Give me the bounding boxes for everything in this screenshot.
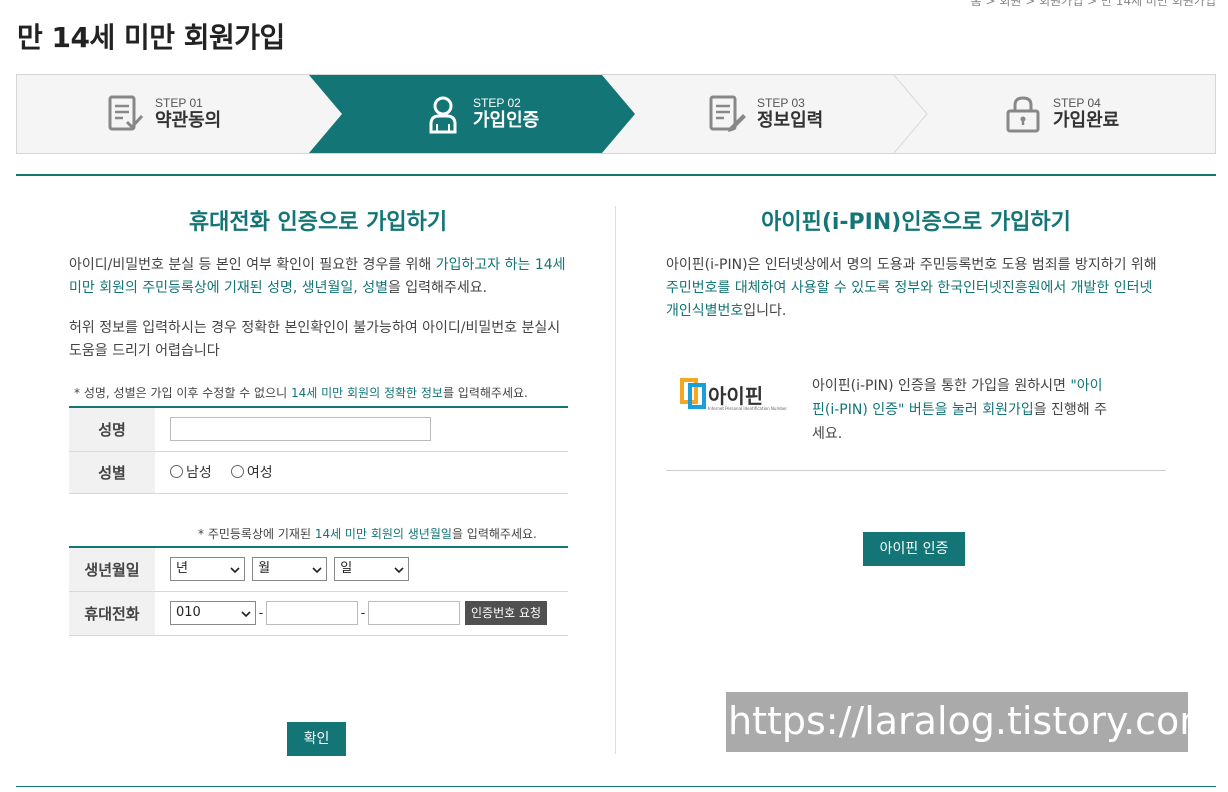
ipin-separator — [666, 470, 1166, 471]
user-icon — [423, 94, 463, 134]
gender-label: 성별 — [69, 451, 155, 494]
name-gender-table: 성명 성별 남성 여성 — [69, 406, 568, 494]
step-2-number: STEP 02 — [473, 95, 521, 110]
chevron-down-icon — [394, 567, 404, 574]
ipin-logo-subtext: Internet Personal Identification Number — [708, 406, 787, 411]
page-title: 만 14세 미만 회원가입 — [17, 21, 285, 54]
bottom-rule — [16, 786, 1216, 787]
gender-female-radio[interactable]: 여성 — [230, 462, 273, 482]
chevron-down-icon — [312, 567, 322, 574]
phone-prefix-value: 010 — [176, 605, 201, 620]
ipin-auth-button[interactable]: 아이핀 인증 — [863, 532, 965, 566]
phone-desc-1: 아이디/비밀번호 분실 등 본인 여부 확인이 필요한 경우를 위해 가입하고자… — [69, 254, 574, 300]
phone-label: 휴대전화 — [69, 591, 155, 636]
birth-month-value: 월 — [258, 561, 271, 577]
phone-section-title: 휴대전화 인증으로 가입하기 — [188, 210, 448, 235]
phone-last-input[interactable] — [368, 601, 460, 625]
ipin-logo-text: 아이핀 — [708, 384, 763, 408]
step-1-number: STEP 01 — [155, 95, 203, 110]
document-check-icon — [105, 94, 145, 134]
lock-icon — [1003, 94, 1043, 134]
step-4-label: 가입완료 — [1053, 109, 1120, 131]
birth-label: 생년월일 — [69, 547, 155, 592]
gender-male-label: 남성 — [186, 464, 212, 481]
ipin-info: 아이핀(i-PIN) 인증을 통한 가입을 원하시면 "아이핀(i-PIN) 인… — [812, 374, 1112, 446]
phone-note-1-c: 를 입력해주세요. — [442, 386, 528, 400]
phone-note-1-a: * 성명, 성별은 가입 이후 수정할 수 없으니 — [74, 386, 291, 400]
step-1-label: 약관동의 — [155, 109, 222, 131]
document-edit-icon — [707, 94, 747, 134]
phone-note-1: * 성명, 성별은 가입 이후 수정할 수 없으니 14세 미만 회원의 정확한… — [74, 384, 528, 401]
phone-desc-1-c: 을 입력해주세요. — [387, 280, 488, 296]
top-rule — [16, 174, 1216, 176]
phone-dash: - — [258, 605, 264, 621]
column-divider — [615, 206, 616, 754]
step-4: STEP 04 가입완료 — [1003, 75, 1119, 153]
step-1: STEP 01 약관동의 — [105, 75, 221, 153]
birth-year-value: 년 — [176, 561, 188, 577]
chevron-down-icon — [241, 611, 251, 618]
step-2: STEP 02 가입인증 — [423, 75, 539, 153]
step-3: STEP 03 정보입력 — [707, 75, 823, 153]
step-4-number: STEP 04 — [1053, 95, 1101, 110]
step-3-label: 정보입력 — [757, 109, 824, 131]
chevron-down-icon — [230, 567, 240, 574]
phone-note-2-b: 14세 미만 회원의 생년월일 — [314, 527, 452, 541]
birth-day-select[interactable]: 일 — [334, 557, 410, 582]
phone-dash: - — [360, 605, 366, 621]
ipin-desc-b: 주민번호를 대체하여 사용할 수 있도록 정부와 한국인터넷진흥원에서 개발한 … — [666, 280, 1153, 319]
birth-phone-table: 생년월일 년 월 일 휴대전화 010 - - 인증번호 요청 — [69, 546, 568, 636]
ipin-desc-c: 입니다. — [743, 303, 787, 319]
phone-note-2-a: * 주민등록상에 기재된 — [198, 527, 315, 541]
ipin-desc: 아이핀(i-PIN)은 인터넷상에서 명의 도용과 주민등록번호 도용 범죄를 … — [666, 254, 1166, 323]
birth-month-select[interactable]: 월 — [252, 557, 328, 582]
watermark: https://laralog.tistory.com — [726, 692, 1216, 752]
birth-day-value: 일 — [340, 561, 353, 577]
step-3-number: STEP 03 — [757, 95, 805, 110]
gender-female-label: 여성 — [246, 464, 273, 481]
confirm-button[interactable]: 확인 — [287, 722, 346, 756]
phone-middle-input[interactable] — [266, 601, 358, 625]
ipin-section-title: 아이핀(i-PIN)인증으로 가입하기 — [761, 210, 1071, 235]
signup-steps: STEP 01 약관동의 STEP 02 가입인증 STEP 03 정보입력 STEP… — [16, 74, 1216, 154]
phone-note-2: * 주민등록상에 기재된 14세 미만 회원의 생년월일을 입력해주세요. — [198, 525, 537, 542]
ipin-desc-a: 아이핀(i-PIN)은 인터넷상에서 명의 도용과 주민등록번호 도용 범죄를 … — [666, 257, 1157, 273]
radio-circle — [230, 465, 244, 479]
birth-year-select[interactable]: 년 — [170, 557, 245, 582]
name-label: 성명 — [69, 407, 155, 452]
name-input[interactable] — [170, 417, 431, 442]
ipin-logo: 아이핀 Internet Personal Identification Num… — [680, 376, 792, 412]
phone-note-2-c: 을 입력해주세요. — [451, 527, 537, 541]
phone-prefix-select[interactable]: 010 — [170, 601, 256, 625]
phone-desc-1-a: 아이디/비밀번호 분실 등 본인 여부 확인이 필요한 경우를 위해 — [69, 257, 436, 273]
request-code-button[interactable]: 인증번호 요청 — [465, 601, 548, 625]
phone-desc-2: 허위 정보를 입력하시는 경우 정확한 본인확인이 불가능하여 아이디/비밀번호… — [69, 320, 561, 359]
step-2-label: 가입인증 — [473, 109, 540, 131]
radio-circle — [170, 465, 183, 479]
phone-note-1-b: 14세 미만 회원의 정확한 정보 — [290, 386, 443, 400]
breadcrumb: 홈 > 회원 > 회원가입 > 만 14세 미만 회원가입 — [970, 0, 1216, 8]
ipin-info-a: 아이핀(i-PIN) 인증을 통한 가입을 원하시면 — [812, 378, 1071, 394]
gender-male-radio[interactable]: 남성 — [170, 462, 212, 482]
